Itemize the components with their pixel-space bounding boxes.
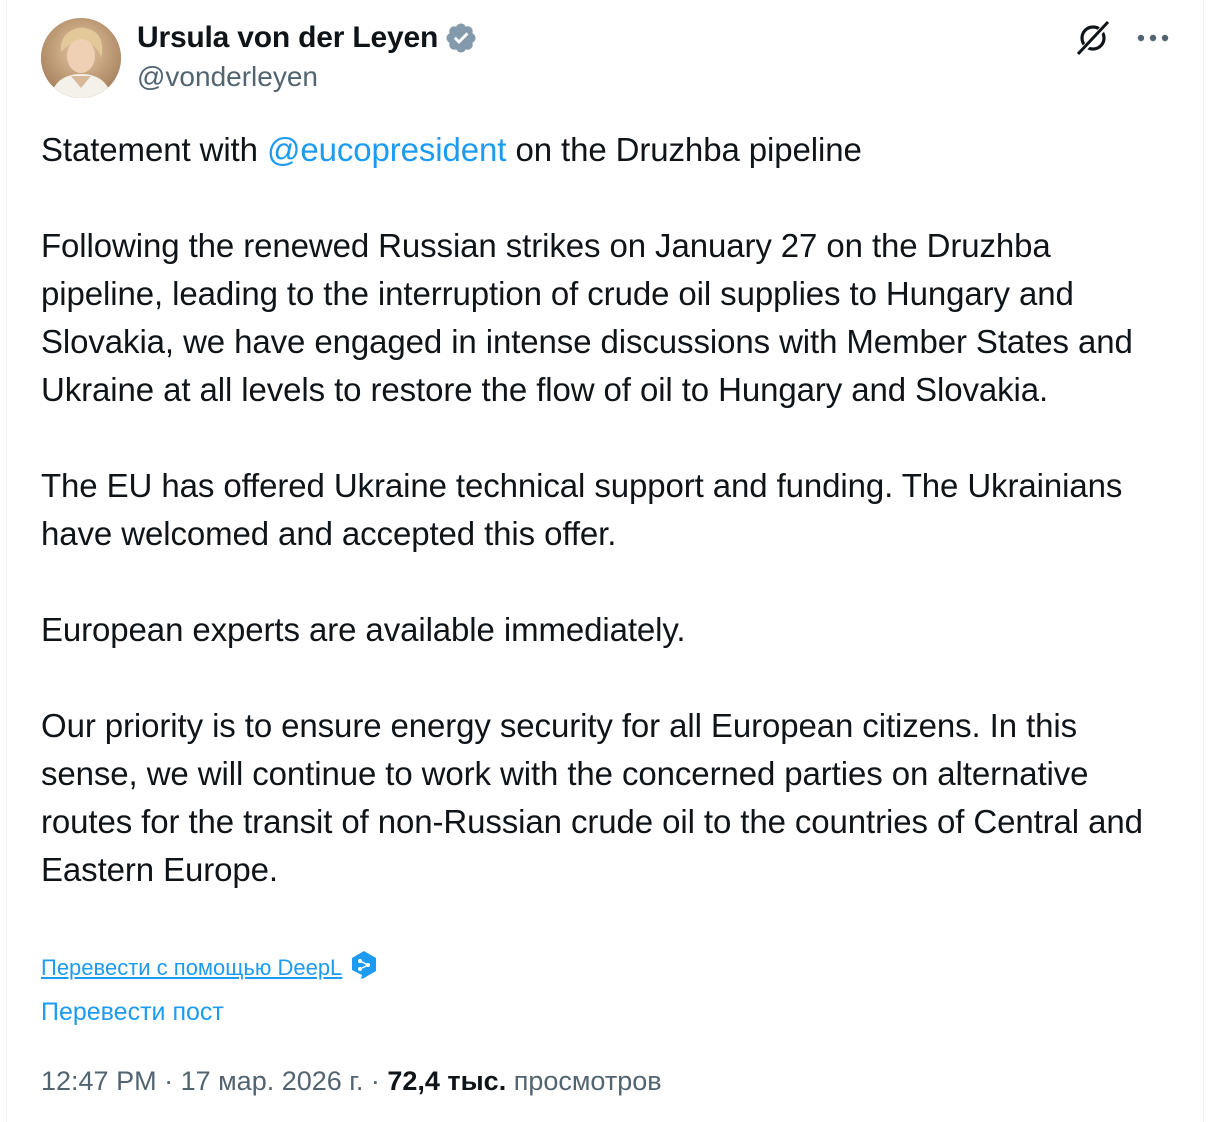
deepl-icon[interactable]	[350, 950, 378, 985]
tweet-paragraph-3: The EU has offered Ukraine technical sup…	[41, 467, 1123, 552]
post-time[interactable]: 12:47 PM	[41, 1066, 157, 1096]
translate-post-button[interactable]: Перевести пост	[41, 998, 224, 1027]
tweet-meta: 12:47 PM · 17 мар. 2026 г. · 72,4 тыс. п…	[41, 1066, 662, 1097]
views-label: просмотров	[506, 1066, 662, 1096]
meta-separator: ·	[156, 1066, 181, 1096]
tweet-paragraph-4: European experts are available immediate…	[41, 611, 686, 648]
grok-icon[interactable]	[1073, 18, 1113, 58]
author-display-name[interactable]: Ursula von der Leyen	[137, 21, 438, 55]
deepl-translate-row: Перевести с помощью DeepL	[41, 950, 378, 985]
paragraph-1-suffix: on the Druzhba pipeline	[506, 131, 862, 168]
post-date[interactable]: 17 мар. 2026 г.	[181, 1066, 364, 1096]
more-options-icon[interactable]	[1133, 18, 1173, 58]
tweet-paragraph-2: Following the renewed Russian strikes on…	[41, 227, 1133, 408]
views-count[interactable]: 72,4 тыс.	[387, 1066, 506, 1096]
tweet-card: Ursula von der Leyen @vonderleyen Statem…	[6, 0, 1204, 1122]
avatar[interactable]	[41, 18, 121, 98]
author-handle[interactable]: @vonderleyen	[137, 61, 478, 93]
meta-separator: ·	[363, 1066, 388, 1096]
author-block: Ursula von der Leyen @vonderleyen	[137, 18, 478, 93]
verified-badge-icon[interactable]	[444, 21, 478, 55]
tweet-paragraph-1: Statement with @eucopresident on the Dru…	[41, 126, 1181, 174]
mention-link[interactable]: @eucopresident	[267, 131, 507, 168]
avatar-photo	[41, 18, 121, 98]
deepl-translate-link[interactable]: Перевести с помощью DeepL	[41, 955, 342, 981]
name-row: Ursula von der Leyen	[137, 18, 478, 58]
paragraph-1-prefix: Statement with	[41, 131, 267, 168]
tweet-paragraph-5: Our priority is to ensure energy securit…	[41, 707, 1143, 888]
tweet-text: Statement with @eucopresident on the Dru…	[41, 126, 1181, 894]
tweet-actions-top	[1073, 18, 1173, 58]
